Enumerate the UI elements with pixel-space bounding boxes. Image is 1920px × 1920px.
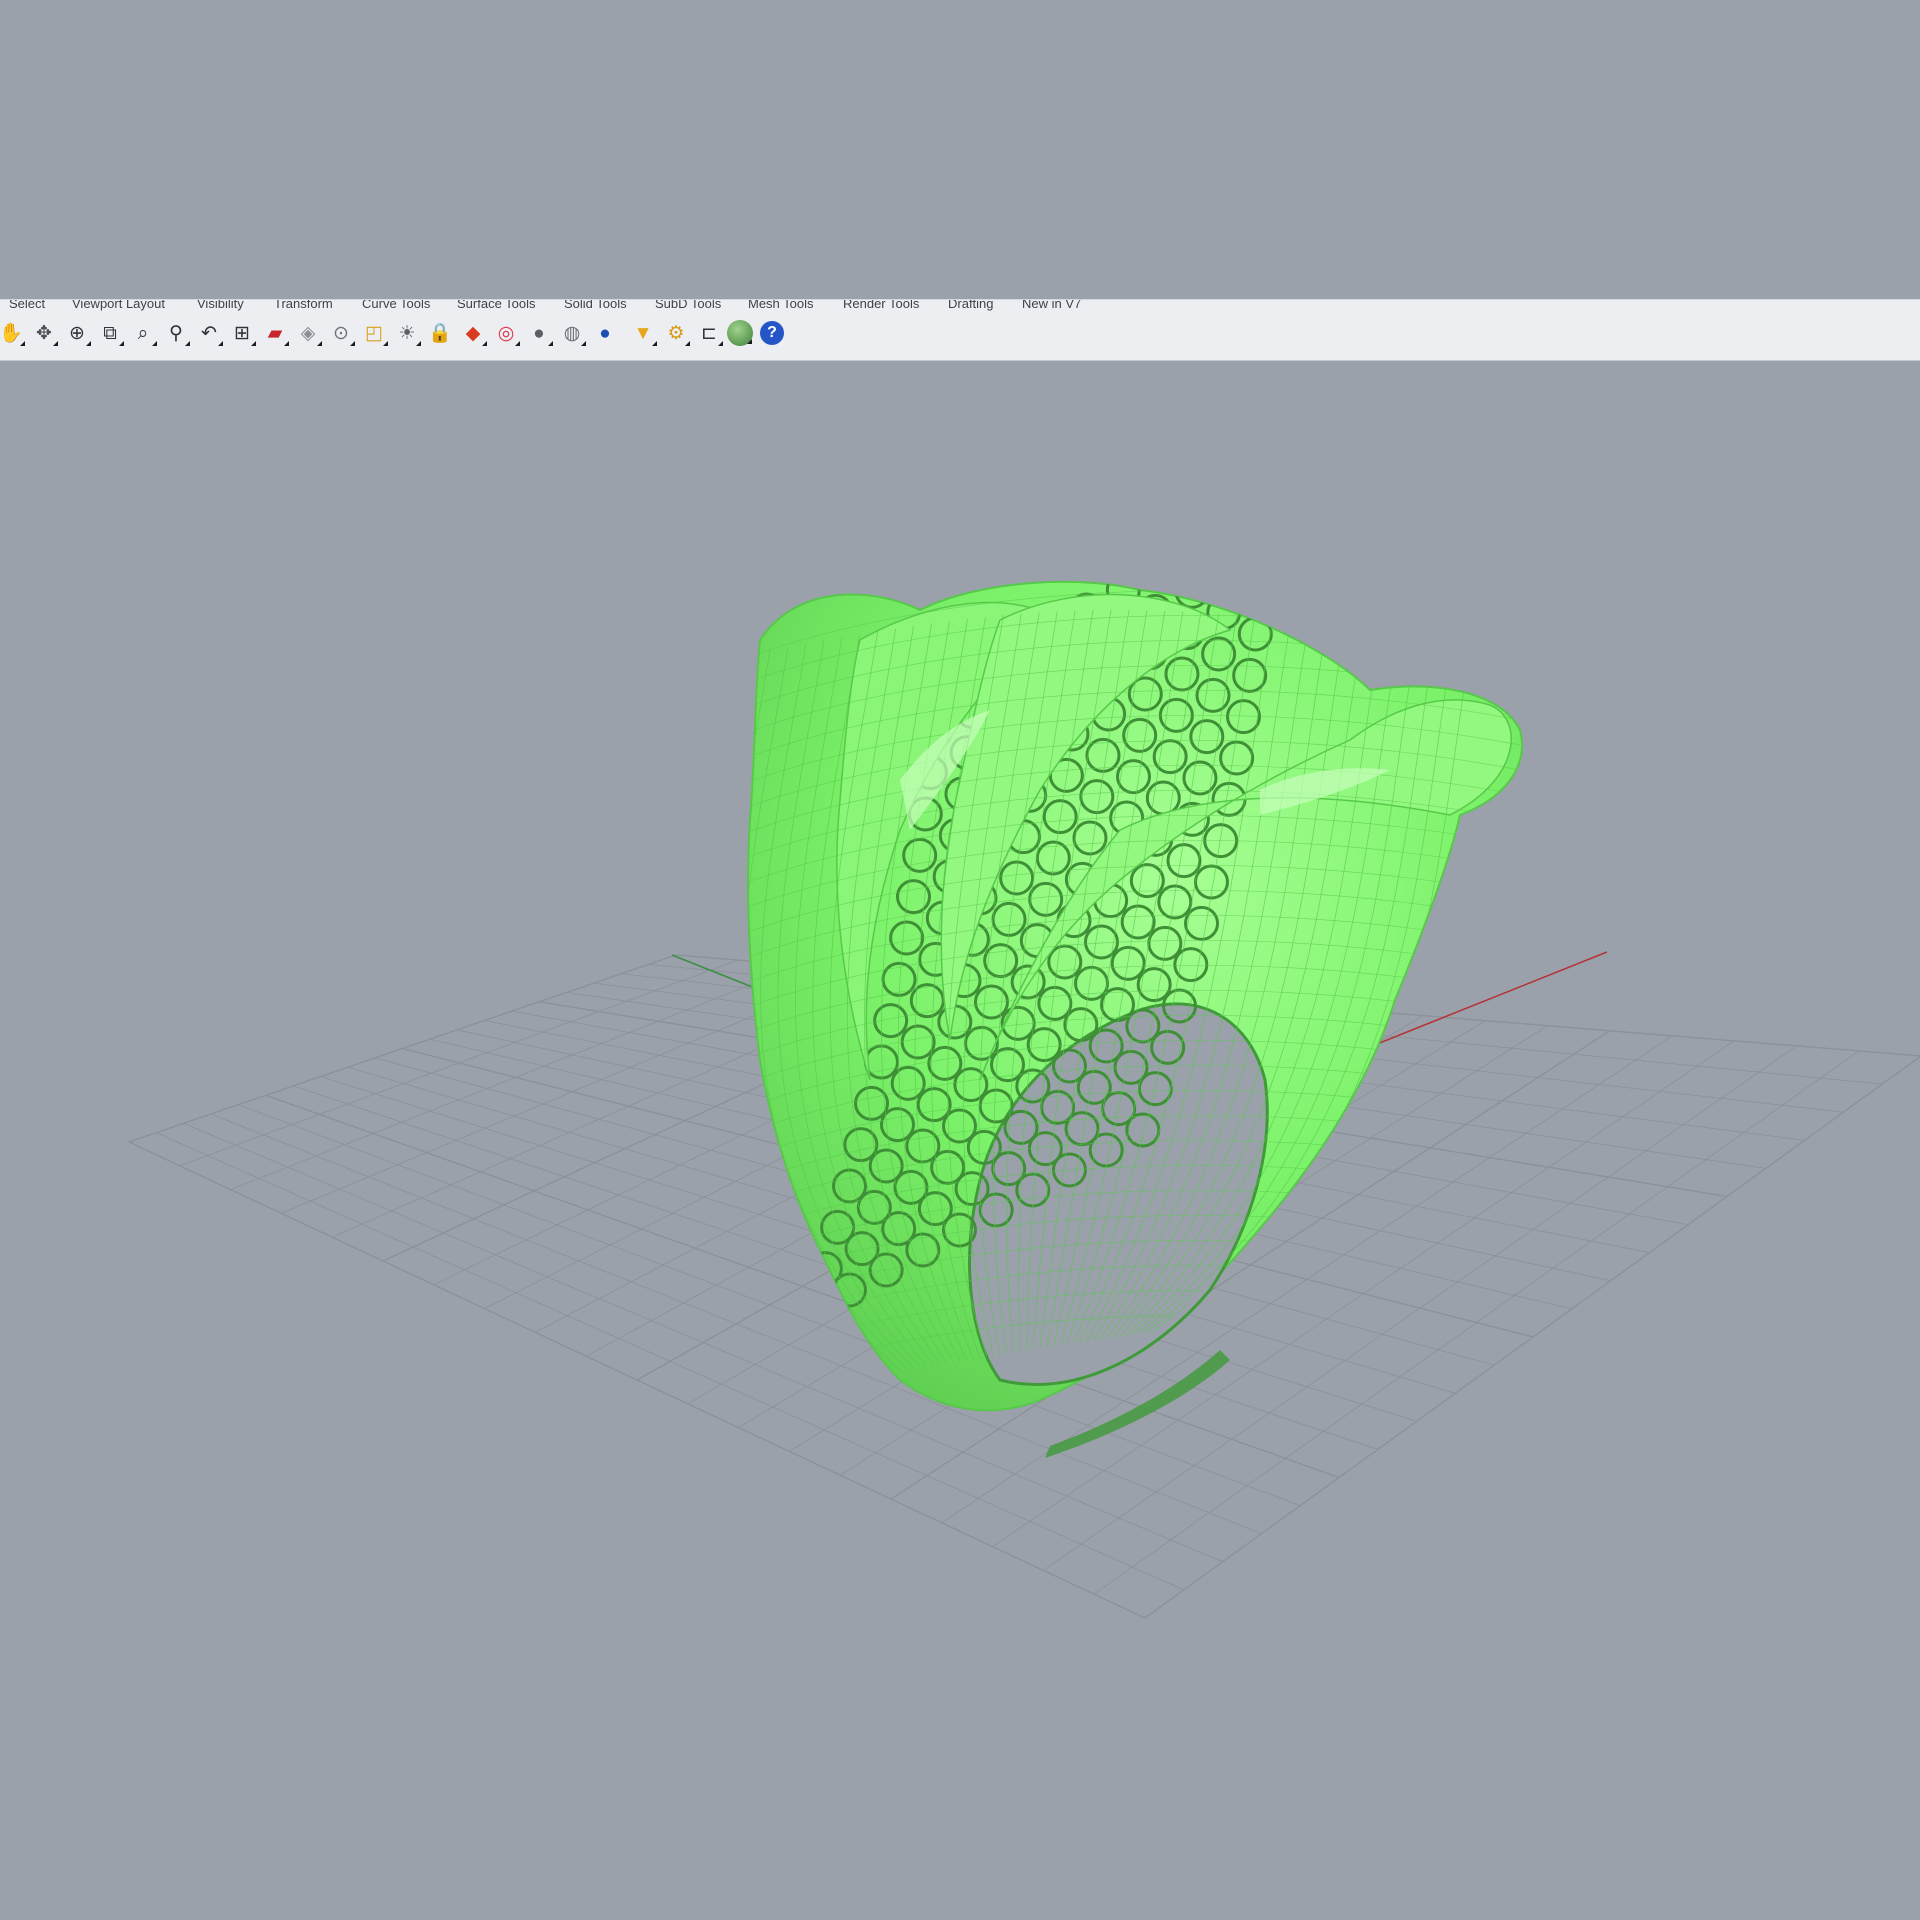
filigree-ring	[1181, 534, 1213, 566]
tab-drafting[interactable]: Drafting	[948, 300, 994, 311]
options-gear-icon[interactable]: ⚙	[661, 318, 691, 348]
tab-viewport-layout[interactable]: Viewport Layout	[72, 300, 165, 311]
cplane-origin-icon[interactable]: ◰	[359, 318, 389, 348]
top-gray-area	[0, 0, 1920, 299]
filigree-ring	[1211, 581, 1247, 589]
filigree-ring	[1254, 494, 1286, 526]
undo-view-change-icon[interactable]: ↶	[194, 318, 224, 348]
rhino-globe-icon[interactable]	[727, 320, 753, 346]
set-cplane-icon[interactable]: ⊙	[326, 318, 356, 348]
named-view-car-icon[interactable]: ▰	[260, 318, 290, 348]
filigree-ring	[1217, 514, 1249, 546]
zoom-selected-icon[interactable]: ⚲	[161, 318, 191, 348]
layer-properties-icon[interactable]: ◆	[458, 318, 488, 348]
rotate-view-icon[interactable]: ✥	[29, 318, 59, 348]
filigree-ring	[1249, 535, 1281, 567]
pan-hand-icon[interactable]: ✋	[0, 318, 26, 348]
zoom-dynamic-icon[interactable]: ⊕	[62, 318, 92, 348]
light-bulb-icon[interactable]: ☀	[392, 318, 422, 348]
tab-curve-tools[interactable]: Curve Tools	[362, 300, 430, 311]
selection-filter-icon[interactable]: ▼	[628, 318, 658, 348]
viewport-canvas[interactable]	[0, 360, 1920, 1920]
filigree-ring	[1242, 581, 1278, 611]
ring-model[interactable]	[725, 494, 1523, 1458]
tab-visibility[interactable]: Visibility	[197, 300, 244, 311]
tab-select[interactable]: Select	[9, 300, 45, 311]
tab-subd-tools[interactable]: SubD Tools	[655, 300, 721, 311]
color-wheel-icon[interactable]: ◎	[491, 318, 521, 348]
zoom-extents-icon[interactable]: ⌕	[128, 318, 158, 348]
perspective-viewport[interactable]	[0, 360, 1920, 1920]
tab-new-in-v7[interactable]: New in V7	[1022, 300, 1081, 311]
lock-icon[interactable]: 🔒	[425, 318, 455, 348]
tab-surface-tools[interactable]: Surface Tools	[457, 300, 536, 311]
help-icon[interactable]: ?	[760, 321, 784, 345]
filigree-ring	[1142, 581, 1178, 588]
tab-transform[interactable]: Transform	[274, 300, 333, 311]
toolbar-icon-row: ✋ ✥ ⊕ ⧉ ⌕ ⚲ ↶ ⊞ ▰ ◈ ⊙ ◰ ☀ 🔒 ◆ ◎ ● ◍ ● ▼ ⚙ ⊏?	[0, 318, 800, 352]
tab-solid-tools[interactable]: Solid Tools	[564, 300, 627, 311]
tab-mesh-tools[interactable]: Mesh Tools	[748, 300, 814, 311]
dimension-icon[interactable]: ⊏	[694, 318, 724, 348]
toolbar-tab-row: Select Viewport Layout Visibility Transform…	[0, 300, 1920, 313]
four-viewports-icon[interactable]: ⊞	[227, 318, 257, 348]
rendered-sphere-icon[interactable]: ◍	[557, 318, 587, 348]
shaded-sphere-icon[interactable]: ●	[524, 318, 554, 348]
named-position-icon[interactable]: ◈	[293, 318, 323, 348]
render-blue-sphere-icon[interactable]: ●	[590, 318, 620, 348]
zoom-window-icon[interactable]: ⧉	[95, 318, 125, 348]
tab-render-tools[interactable]: Render Tools	[843, 300, 919, 311]
toolbar-strip: Select Viewport Layout Visibility Transform…	[0, 299, 1920, 361]
